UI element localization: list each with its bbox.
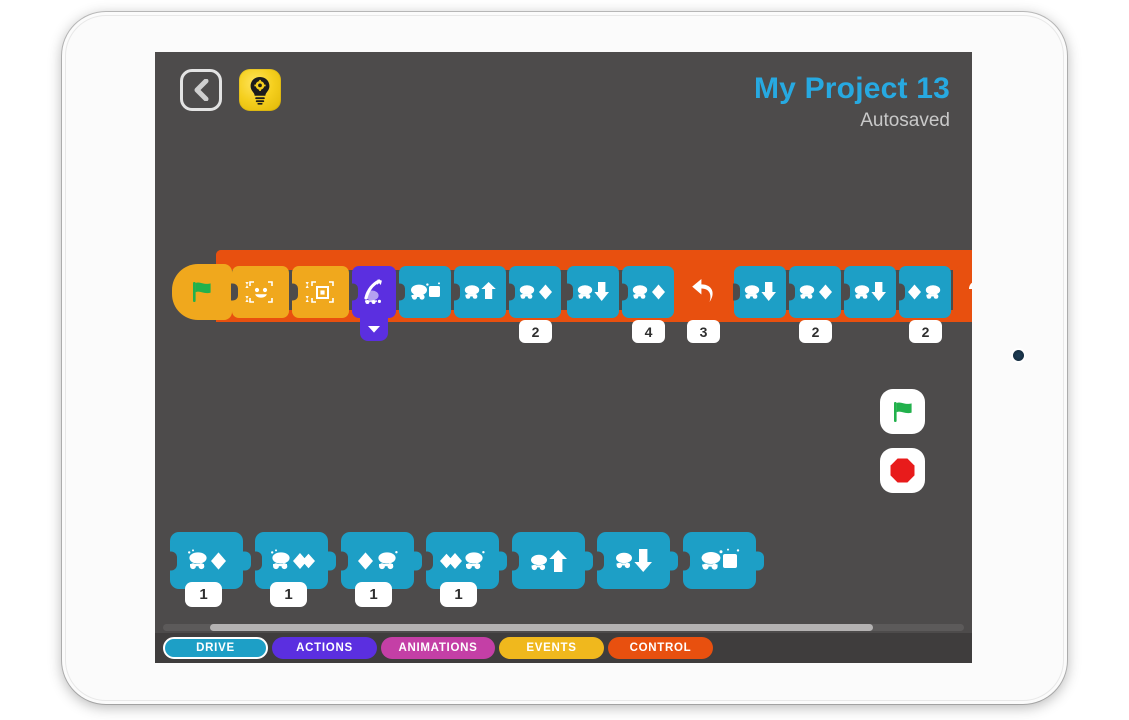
tab-events[interactable]: EVENTS	[499, 637, 604, 659]
palette-block-drive-backward[interactable]	[341, 532, 414, 589]
tab-label: ACTIONS	[296, 642, 353, 654]
horizontal-scrollbar[interactable]	[163, 624, 964, 631]
robot-drive-forward-icon	[187, 548, 226, 570]
tab-label: DRIVE	[196, 642, 235, 654]
robot-drive-forward-fast-icon	[270, 548, 315, 569]
tab-label: ANIMATIONS	[398, 642, 478, 654]
app-screen: My Project 13 Autosaved 2 4 3 2 2 1 1 1 …	[155, 52, 972, 663]
tab-animations[interactable]: ANIMATIONS	[381, 637, 495, 659]
palette-block-drive-forward-fast[interactable]	[255, 532, 328, 589]
tab-label: EVENTS	[526, 642, 577, 654]
scrollbar-thumb[interactable]	[210, 624, 873, 631]
palette-value-tag[interactable]: 1	[270, 582, 307, 607]
palette-value-tag[interactable]: 1	[185, 582, 222, 607]
palette-block-drive-backward-fast[interactable]	[426, 532, 499, 589]
tab-drive[interactable]: DRIVE	[163, 637, 268, 659]
tab-label: CONTROL	[629, 642, 692, 654]
palette-value-tag[interactable]: 1	[355, 582, 392, 607]
tab-control[interactable]: CONTROL	[608, 637, 713, 659]
robot-turn-left-icon	[530, 549, 567, 572]
block-palette[interactable]: 1 1 1 1	[155, 52, 972, 663]
palette-block-turn-right[interactable]	[597, 532, 670, 589]
robot-turn-right-icon	[615, 548, 652, 572]
robot-drive-to-object-icon	[701, 548, 739, 570]
robot-drive-backward-fast-icon	[439, 550, 485, 569]
palette-block-drive-to-object[interactable]	[683, 532, 756, 589]
category-tab-bar[interactable]: DRIVE ACTIONS ANIMATIONS EVENTS CONTROL	[155, 633, 972, 663]
camera-dot	[1013, 350, 1024, 361]
palette-block-drive-forward[interactable]	[170, 532, 243, 589]
palette-value-tag[interactable]: 1	[440, 582, 477, 607]
tab-actions[interactable]: ACTIONS	[272, 637, 377, 659]
palette-block-turn-left[interactable]	[512, 532, 585, 589]
robot-drive-backward-icon	[357, 550, 398, 570]
